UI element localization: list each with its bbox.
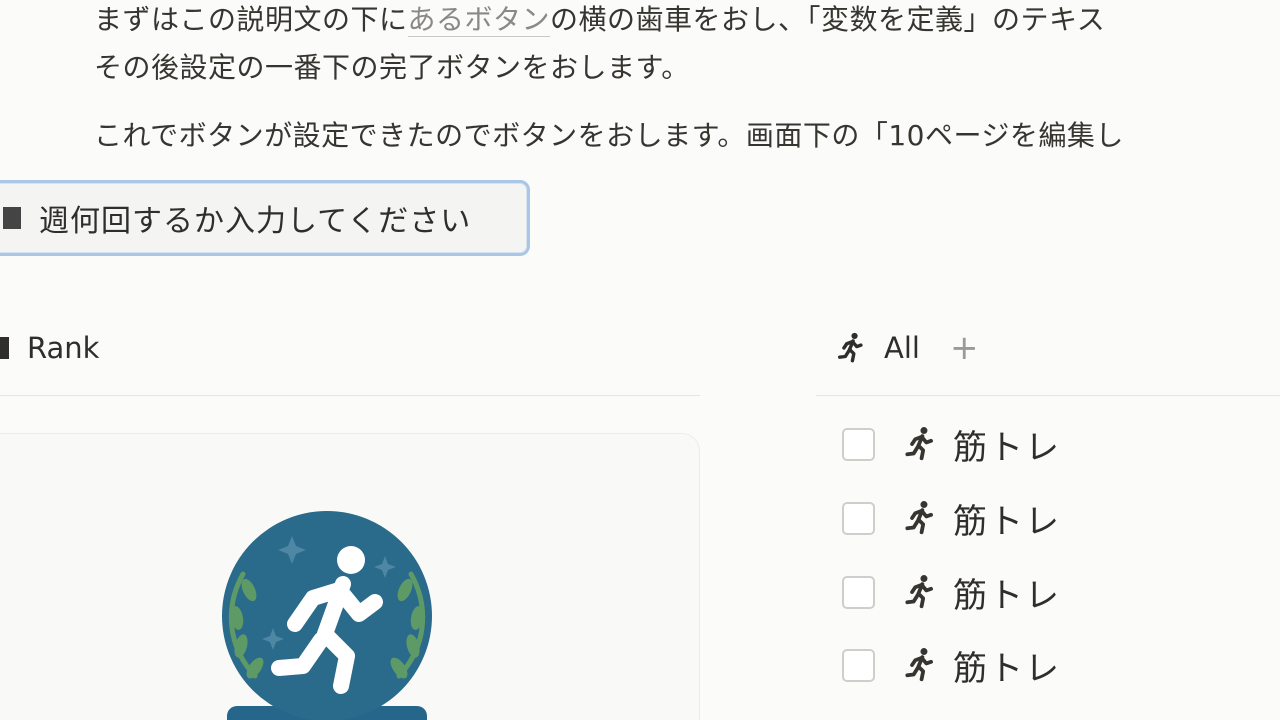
task-row[interactable]: 筋トレ: [842, 645, 1061, 689]
database-icon: [0, 337, 9, 359]
task-checkbox[interactable]: [842, 427, 875, 461]
button-square-icon: [3, 207, 21, 229]
button-link[interactable]: あるボタン: [407, 3, 551, 37]
task-checkbox[interactable]: [842, 575, 875, 609]
running-icon: [905, 575, 933, 609]
rank-header[interactable]: Rank: [0, 326, 99, 370]
running-icon: [905, 648, 933, 682]
task-checkbox[interactable]: [842, 501, 875, 535]
instruction-text: の横の歯車をおし、「変数を定義」のテキス: [550, 3, 1106, 36]
rank-divider: [0, 395, 700, 396]
all-view-tab[interactable]: All +: [834, 326, 978, 370]
weekly-count-button-label: 週何回するか入力してください: [39, 204, 472, 239]
running-icon: [905, 427, 933, 461]
task-row[interactable]: 筋トレ: [842, 498, 1061, 542]
notion-page: まずはこの説明文の下にあるボタンの横の歯車をおし、「変数を定義」のテキス その後…: [0, 0, 1280, 720]
all-divider: [816, 395, 1280, 396]
instruction-line-2: その後設定の一番下の完了ボタンをおします。: [94, 51, 690, 84]
running-icon: [837, 332, 863, 363]
task-label[interactable]: 筋トレ: [953, 494, 1061, 543]
rank-title: Rank: [27, 331, 100, 365]
task-label[interactable]: 筋トレ: [953, 420, 1061, 469]
runner-badge-icon: [222, 511, 432, 720]
running-icon: [905, 501, 933, 535]
task-checkbox[interactable]: [842, 648, 875, 682]
task-label[interactable]: 筋トレ: [953, 641, 1061, 690]
instruction-line-3: これでボタンが設定できたのでボタンをおします。画面下の「10ページを編集し: [94, 119, 1124, 152]
weekly-count-button[interactable]: 週何回するか入力してください: [0, 180, 530, 256]
instruction-line-1: まずはこの説明文の下にあるボタンの横の歯車をおし、「変数を定義」のテキス: [94, 0, 1105, 42]
instruction-text: まずはこの説明文の下に: [94, 3, 408, 36]
task-label[interactable]: 筋トレ: [953, 568, 1061, 617]
task-row[interactable]: 筋トレ: [842, 424, 1061, 468]
task-row[interactable]: 筋トレ: [842, 572, 1061, 616]
add-view-button[interactable]: +: [950, 331, 979, 365]
all-view-title: All: [884, 331, 920, 365]
